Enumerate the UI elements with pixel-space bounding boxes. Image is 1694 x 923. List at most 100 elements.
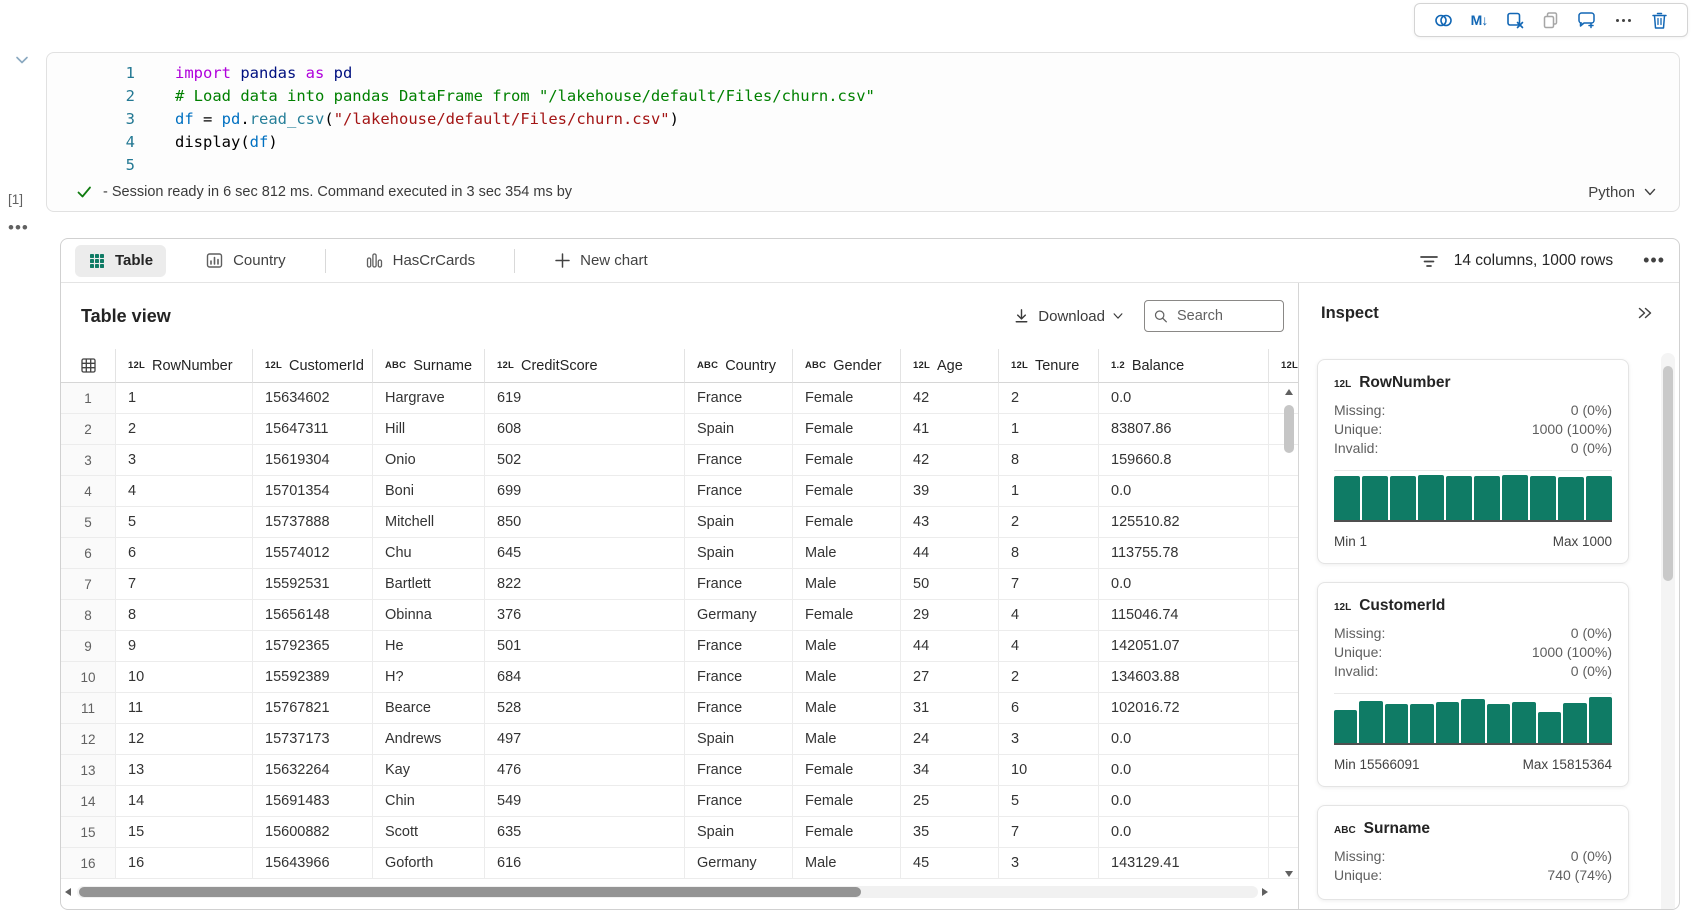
table-cell: 125510.82 bbox=[1099, 507, 1269, 538]
scroll-left-arrow-icon[interactable] bbox=[65, 888, 71, 896]
column-name: Balance bbox=[1131, 357, 1185, 374]
min-max-row: Min 1 Max 1000 bbox=[1334, 534, 1612, 549]
histogram-bar bbox=[1530, 476, 1556, 520]
stat-value: 740 (74%) bbox=[1547, 867, 1612, 883]
stat-label: Invalid: bbox=[1334, 663, 1379, 679]
min-value: Min 1 bbox=[1334, 534, 1368, 549]
tab-hascrcards[interactable]: HasCrCards bbox=[352, 244, 489, 277]
filter-icon[interactable] bbox=[1418, 250, 1440, 272]
plus-icon bbox=[554, 252, 571, 269]
tab-label: Country bbox=[233, 252, 286, 269]
copy-icon[interactable] bbox=[1540, 9, 1562, 31]
histogram-wrap bbox=[1334, 470, 1612, 522]
code-cell[interactable]: 1 import pandas as pd 2 # Load data into pa… bbox=[46, 52, 1680, 212]
table-cell: 6 bbox=[999, 693, 1099, 724]
column-header-gender[interactable]: ABC Gender bbox=[793, 349, 901, 383]
cell-more-icon[interactable]: ••• bbox=[8, 218, 29, 238]
table-cell: 0.0 bbox=[1099, 786, 1269, 817]
column-header-age[interactable]: 12L Age bbox=[901, 349, 999, 383]
table-cell: 42 bbox=[901, 445, 999, 476]
copilot-icon[interactable] bbox=[1432, 9, 1454, 31]
column-type-badge: 12L bbox=[265, 360, 282, 371]
histogram-bar bbox=[1461, 698, 1485, 743]
column-type-badge: 12L bbox=[1334, 602, 1352, 613]
tab-country[interactable]: Country bbox=[192, 244, 299, 277]
table-cell: Male bbox=[793, 569, 901, 600]
scroll-down-arrow-icon[interactable] bbox=[1285, 871, 1293, 877]
inspect-scroll-thumb[interactable] bbox=[1663, 366, 1673, 581]
column-header-balance[interactable]: 1.2 Balance bbox=[1099, 349, 1269, 383]
scroll-right-arrow-icon[interactable] bbox=[1262, 888, 1268, 896]
histogram-bar bbox=[1502, 475, 1528, 520]
table-cell: Andrews bbox=[373, 724, 485, 755]
inspect-card-name: CustomerId bbox=[1359, 597, 1446, 614]
output-more-icon[interactable]: ••• bbox=[1643, 250, 1665, 271]
notebook-page: M↓ [1] ••• 1 import pandas as pd 2 # Load d… bbox=[0, 0, 1694, 923]
table-cell: 115046.74 bbox=[1099, 600, 1269, 631]
inspect-card-stats: Missing: 0 (0%) Unique: 740 (74%) bbox=[1334, 847, 1612, 885]
session-status-text: - Session ready in 6 sec 812 ms. Command… bbox=[103, 184, 573, 200]
table-cell: 0.0 bbox=[1099, 569, 1269, 600]
table-cell: 102016.72 bbox=[1099, 693, 1269, 724]
table-cell: 43 bbox=[901, 507, 999, 538]
inspect-scrollbar[interactable] bbox=[1661, 353, 1675, 909]
markdown-down-icon[interactable]: M↓ bbox=[1468, 9, 1490, 31]
clear-output-icon[interactable] bbox=[1504, 9, 1526, 31]
table-cell: 684 bbox=[485, 662, 685, 693]
table-cell: 549 bbox=[485, 786, 685, 817]
table-cell: Chu bbox=[373, 538, 485, 569]
grid-horizontal-scrollbar[interactable] bbox=[61, 884, 1298, 900]
table-cell: 8 bbox=[116, 600, 253, 631]
column-header-country[interactable]: ABC Country bbox=[685, 349, 793, 383]
code-line: 3 df = pd.read_csv("/lakehouse/default/Fi… bbox=[47, 108, 1679, 131]
code-lines[interactable]: 1 import pandas as pd 2 # Load data into pa… bbox=[47, 53, 1679, 177]
scroll-up-arrow-icon[interactable] bbox=[1285, 389, 1293, 395]
language-selector[interactable]: Python bbox=[1588, 184, 1657, 201]
column-header-creditscore[interactable]: 12L CreditScore bbox=[485, 349, 685, 383]
delete-icon[interactable] bbox=[1648, 9, 1670, 31]
inspect-card-stats: Missing: 0 (0%) Unique: 1000 (100%) Invalid:… bbox=[1334, 401, 1612, 458]
code-line: 2 # Load data into pandas DataFrame from … bbox=[47, 85, 1679, 108]
table-cell: 113755.78 bbox=[1099, 538, 1269, 569]
column-name: CustomerId bbox=[288, 357, 364, 374]
stat-row: Unique: 740 (74%) bbox=[1334, 866, 1612, 885]
grid-vscroll-thumb[interactable] bbox=[1284, 405, 1294, 453]
table-cell: 619 bbox=[485, 383, 685, 414]
stat-label: Missing: bbox=[1334, 625, 1386, 641]
column-header-customerid[interactable]: 12L CustomerId bbox=[253, 349, 373, 383]
chevron-down-icon bbox=[1113, 313, 1123, 319]
table-cell: He bbox=[373, 631, 485, 662]
table-row: 4 4 15701354 Boni 699 France Female 39 1 0.0 bbox=[61, 476, 1298, 507]
table-cell: 11 bbox=[116, 693, 253, 724]
column-header-partial[interactable]: 12L bbox=[1269, 349, 1298, 383]
column-header-tenure[interactable]: 12L Tenure bbox=[999, 349, 1099, 383]
column-header-rownumber[interactable]: 12L RowNumber bbox=[116, 349, 253, 383]
add-comment-icon[interactable] bbox=[1576, 9, 1598, 31]
table-cell: 6 bbox=[116, 538, 253, 569]
tab-new-chart[interactable]: New chart bbox=[541, 245, 661, 276]
table-cell: 850 bbox=[485, 507, 685, 538]
grid-vertical-scrollbar[interactable] bbox=[1282, 387, 1296, 879]
line-number: 5 bbox=[125, 156, 135, 174]
stat-value: 0 (0%) bbox=[1570, 402, 1612, 418]
grid-hscroll-thumb[interactable] bbox=[79, 887, 861, 897]
column-type-badge: 12L bbox=[1281, 360, 1298, 371]
stat-value: 0 (0%) bbox=[1570, 663, 1612, 679]
download-button[interactable]: Download bbox=[1012, 307, 1124, 326]
table-cell: 44 bbox=[901, 538, 999, 569]
table-cell: 0.0 bbox=[1099, 476, 1269, 507]
cell-collapse-chevron-icon[interactable] bbox=[12, 50, 32, 70]
table-view-title: Table view bbox=[81, 305, 171, 326]
table-cell: 15632264 bbox=[253, 755, 373, 786]
table-cell: 5 bbox=[999, 786, 1099, 817]
column-header-surname[interactable]: ABC Surname bbox=[373, 349, 485, 383]
table-cell: Scott bbox=[373, 817, 485, 848]
histogram-wrap bbox=[1334, 693, 1612, 745]
collapse-panel-icon[interactable] bbox=[1635, 303, 1655, 323]
table-cell: 7 bbox=[116, 569, 253, 600]
inspect-card-name: RowNumber bbox=[1359, 374, 1451, 391]
search-input[interactable] bbox=[1175, 307, 1275, 325]
more-icon[interactable] bbox=[1612, 9, 1634, 31]
tab-table[interactable]: Table bbox=[75, 244, 167, 277]
row-number-cell: 14 bbox=[61, 786, 116, 817]
